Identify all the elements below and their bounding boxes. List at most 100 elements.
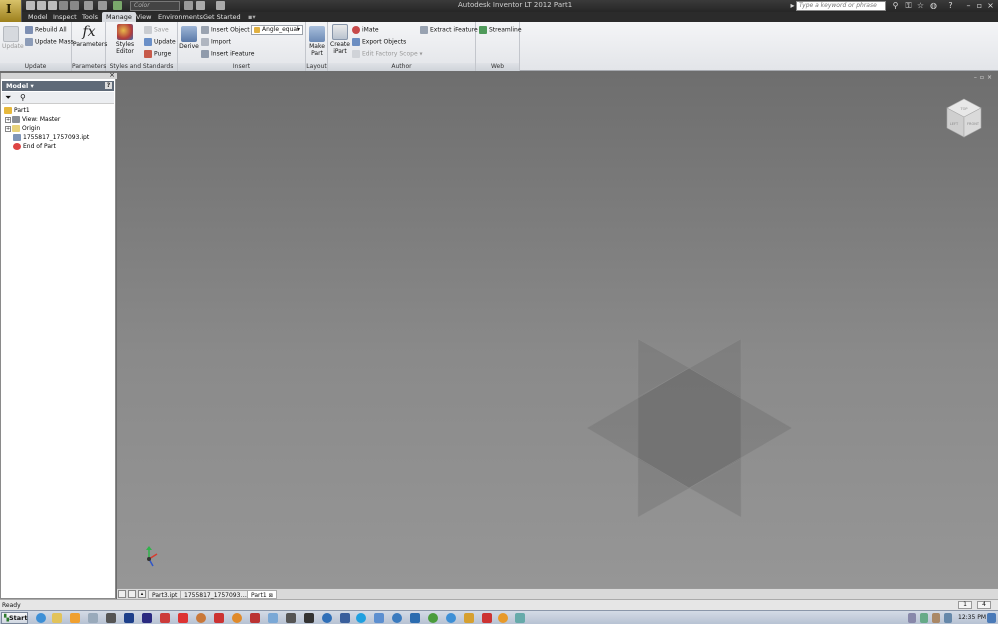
sketch-icon[interactable] xyxy=(98,1,107,10)
cmd-icon[interactable] xyxy=(304,613,314,623)
search-input[interactable]: Type a keyword or phrase xyxy=(796,1,886,11)
undo-icon[interactable] xyxy=(59,1,68,10)
tab-model[interactable]: Model xyxy=(24,12,52,22)
parameters-button[interactable]: fx Parameters xyxy=(73,24,107,48)
make-part-button[interactable]: Make Part xyxy=(307,26,327,57)
app-icon-12[interactable] xyxy=(232,613,242,623)
binoculars-icon[interactable]: ⚲ xyxy=(891,1,900,10)
graphics-viewport[interactable]: –▫× TOP LEFT FRONT xyxy=(117,73,998,588)
tray-icon-3[interactable] xyxy=(944,613,952,623)
viewport-window-controls[interactable]: –▫× xyxy=(974,74,995,81)
app-icon-4[interactable] xyxy=(88,613,98,623)
app-icon-15[interactable] xyxy=(286,613,296,623)
tree-item-view-master[interactable]: + View: Master xyxy=(5,115,60,124)
save-icon[interactable] xyxy=(48,1,57,10)
app-icon-10[interactable] xyxy=(196,613,206,623)
app-icon-23[interactable] xyxy=(428,613,438,623)
doc-tab-part1[interactable]: Part1 ⊠ xyxy=(247,590,277,599)
export-objects-button[interactable]: Export Objects xyxy=(352,38,406,46)
app-icon-20[interactable] xyxy=(374,613,384,623)
filter-icon[interactable]: ⏷ xyxy=(5,93,11,103)
redo-icon[interactable] xyxy=(70,1,79,10)
find-icon[interactable]: ⚲ xyxy=(20,93,26,102)
color-dropdown[interactable]: Color xyxy=(130,1,180,11)
browser-help-icon[interactable]: ? xyxy=(105,82,112,89)
flash-icon[interactable] xyxy=(160,613,170,623)
insert-object-button[interactable]: Insert Object xyxy=(201,26,250,34)
cascade-icon[interactable] xyxy=(128,590,136,598)
minimize-icon[interactable]: – xyxy=(964,1,973,10)
app-icon-28[interactable] xyxy=(515,613,525,623)
app-icon-22[interactable] xyxy=(410,613,420,623)
new-icon[interactable] xyxy=(26,1,35,10)
close-browser-icon[interactable]: × xyxy=(109,71,115,79)
tab-get-started[interactable]: Get Started xyxy=(199,12,245,22)
fx-icon[interactable] xyxy=(184,1,193,10)
doc-tab-part3[interactable]: Part3.ipt xyxy=(148,590,182,599)
select-icon[interactable] xyxy=(216,1,225,10)
extract-ifeature-button[interactable]: Extract iFeature xyxy=(420,26,478,34)
save-style-button[interactable]: Save xyxy=(144,26,169,34)
tab-overflow-icon[interactable]: ▪▾ xyxy=(244,12,260,22)
globe-icon[interactable]: ◍ xyxy=(929,1,938,10)
tab-tools[interactable]: Tools xyxy=(78,12,102,22)
ie-icon[interactable] xyxy=(36,613,46,623)
derive-button[interactable]: Derive xyxy=(179,26,199,50)
app-icon-27[interactable] xyxy=(498,613,508,623)
photoshop-icon[interactable] xyxy=(124,613,134,623)
browser-header[interactable]: Model ▾ ? xyxy=(2,81,114,91)
acrobat-icon[interactable] xyxy=(178,613,188,623)
app-icon-14[interactable] xyxy=(268,613,278,623)
import-button[interactable]: Import xyxy=(201,38,231,46)
streamline-button[interactable]: Streamline xyxy=(479,26,522,34)
help-icon[interactable]: ? xyxy=(946,1,955,10)
app-icon-11[interactable] xyxy=(214,613,224,623)
firefox-icon[interactable] xyxy=(70,613,80,623)
purge-button[interactable]: Purge xyxy=(144,50,171,58)
app-icon-25[interactable] xyxy=(464,613,474,623)
app-icon-24[interactable] xyxy=(446,613,456,623)
skype-icon[interactable] xyxy=(356,613,366,623)
tree-item-origin[interactable]: + Origin xyxy=(5,124,40,133)
tab-view[interactable]: View xyxy=(132,12,155,22)
return-icon[interactable] xyxy=(84,1,93,10)
tree-item-end-of-part[interactable]: End of Part xyxy=(13,142,56,151)
update-button[interactable]: Update xyxy=(2,26,24,50)
tab-inspect[interactable]: Inspect xyxy=(49,12,81,22)
tab-list-icon[interactable]: ▴ xyxy=(138,590,146,598)
app-icon-26[interactable] xyxy=(482,613,492,623)
tray-arrow-icon[interactable] xyxy=(908,613,916,623)
update-icon[interactable] xyxy=(113,1,122,10)
premiere-icon[interactable] xyxy=(142,613,152,623)
expand-icon[interactable]: + xyxy=(5,116,11,123)
line-weight-icon[interactable] xyxy=(196,1,205,10)
styles-editor-button[interactable]: Styles Editor xyxy=(107,24,143,55)
expand-icon[interactable]: + xyxy=(5,125,11,132)
rebuild-all-button[interactable]: Rebuild All xyxy=(25,26,67,34)
close-icon[interactable]: × xyxy=(986,1,995,10)
imate-button[interactable]: iMate xyxy=(352,26,379,34)
create-ipart-button[interactable]: Create iPart xyxy=(329,24,351,55)
tray-icon-1[interactable] xyxy=(920,613,928,623)
app-icon-13[interactable] xyxy=(250,613,260,623)
start-button[interactable]: ▚Start xyxy=(1,612,28,624)
app-icon-18[interactable] xyxy=(340,613,350,623)
star-icon[interactable]: ☆ xyxy=(916,1,925,10)
explorer-icon[interactable] xyxy=(52,613,62,623)
tab-manage[interactable]: Manage xyxy=(102,12,136,22)
application-menu-button[interactable]: I xyxy=(0,0,22,22)
tree-item-derived-part[interactable]: 1755817_1757093.ipt xyxy=(13,133,89,142)
update-mass-button[interactable]: Update Mass xyxy=(25,38,74,46)
ifeature-dropdown[interactable]: Angle_equal ▾ xyxy=(251,25,303,35)
maximize-icon[interactable]: ▫ xyxy=(975,1,984,10)
key-icon[interactable]: ⚿ xyxy=(904,1,913,10)
open-icon[interactable] xyxy=(37,1,46,10)
tray-icon-2[interactable] xyxy=(932,613,940,623)
app-icon-17[interactable] xyxy=(322,613,332,623)
update-style-button[interactable]: Update xyxy=(144,38,176,46)
app-icon-5[interactable] xyxy=(106,613,116,623)
insert-ifeature-button[interactable]: Insert iFeature xyxy=(201,50,254,58)
edit-factory-scope-button[interactable]: Edit Factory Scope ▾ xyxy=(352,50,423,58)
app-icon-21[interactable] xyxy=(392,613,402,623)
show-desktop-icon[interactable] xyxy=(987,613,996,623)
